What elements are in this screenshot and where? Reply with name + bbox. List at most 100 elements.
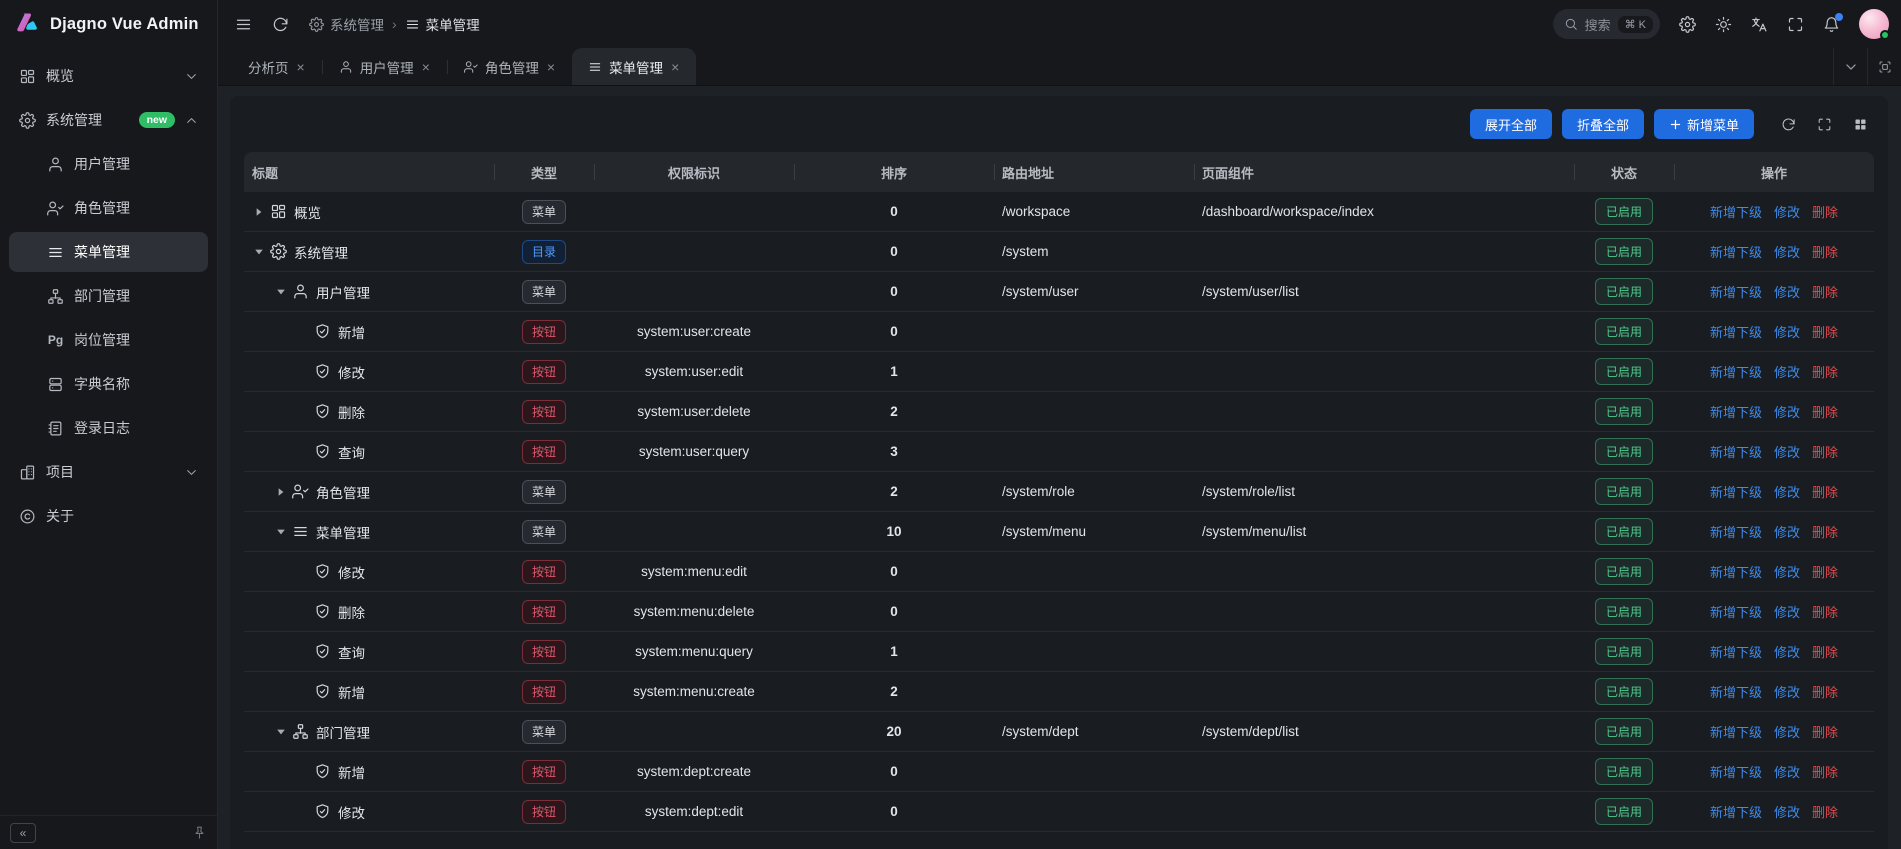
- expand-all-button[interactable]: 展开全部: [1470, 109, 1552, 139]
- sidebar-item-project[interactable]: 项目: [9, 452, 208, 492]
- action-delete-link[interactable]: 删除: [1812, 522, 1838, 541]
- table-fullscreen-button[interactable]: [1810, 110, 1838, 138]
- sidebar-item-dept[interactable]: 部门管理: [9, 276, 208, 316]
- action-delete-link[interactable]: 删除: [1812, 282, 1838, 301]
- action-add-child-link[interactable]: 新增下级: [1710, 602, 1762, 621]
- action-add-child-link[interactable]: 新增下级: [1710, 682, 1762, 701]
- translate-icon[interactable]: [1751, 16, 1768, 33]
- action-add-child-link[interactable]: 新增下级: [1710, 562, 1762, 581]
- action-delete-link[interactable]: 删除: [1812, 682, 1838, 701]
- action-add-child-link[interactable]: 新增下级: [1710, 282, 1762, 301]
- add-menu-button[interactable]: 新增菜单: [1654, 109, 1754, 139]
- tabs-dropdown-button[interactable]: [1833, 48, 1867, 85]
- tab-role[interactable]: 角色管理×: [448, 48, 572, 85]
- action-delete-link[interactable]: 删除: [1812, 202, 1838, 221]
- settings-gear-icon[interactable]: [1679, 16, 1696, 33]
- status-badge[interactable]: 已启用: [1595, 638, 1653, 665]
- close-icon[interactable]: ×: [546, 60, 556, 74]
- close-icon[interactable]: ×: [296, 60, 306, 74]
- action-edit-link[interactable]: 修改: [1774, 522, 1800, 541]
- action-edit-link[interactable]: 修改: [1774, 762, 1800, 781]
- caret-down-icon[interactable]: [252, 245, 266, 259]
- action-edit-link[interactable]: 修改: [1774, 242, 1800, 261]
- notifications-button[interactable]: [1823, 16, 1840, 33]
- hamburger-icon[interactable]: [235, 16, 252, 33]
- status-badge[interactable]: 已启用: [1595, 678, 1653, 705]
- status-badge[interactable]: 已启用: [1595, 358, 1653, 385]
- caret-down-icon[interactable]: [274, 725, 288, 739]
- action-delete-link[interactable]: 删除: [1812, 642, 1838, 661]
- action-delete-link[interactable]: 删除: [1812, 242, 1838, 261]
- action-delete-link[interactable]: 删除: [1812, 362, 1838, 381]
- action-delete-link[interactable]: 删除: [1812, 442, 1838, 461]
- table-refresh-button[interactable]: [1774, 110, 1802, 138]
- sidebar-item-user[interactable]: 用户管理: [9, 144, 208, 184]
- content-maximize-button[interactable]: [1867, 48, 1901, 85]
- sidebar-item-menu[interactable]: 菜单管理: [9, 232, 208, 272]
- action-delete-link[interactable]: 删除: [1812, 562, 1838, 581]
- action-add-child-link[interactable]: 新增下级: [1710, 362, 1762, 381]
- action-edit-link[interactable]: 修改: [1774, 682, 1800, 701]
- tab-analysis[interactable]: 分析页×: [232, 48, 322, 85]
- status-badge[interactable]: 已启用: [1595, 558, 1653, 585]
- action-edit-link[interactable]: 修改: [1774, 802, 1800, 821]
- action-delete-link[interactable]: 删除: [1812, 482, 1838, 501]
- action-delete-link[interactable]: 删除: [1812, 802, 1838, 821]
- pin-icon[interactable]: [192, 825, 207, 840]
- caret-down-icon[interactable]: [274, 525, 288, 539]
- status-badge[interactable]: 已启用: [1595, 758, 1653, 785]
- action-edit-link[interactable]: 修改: [1774, 482, 1800, 501]
- refresh-icon[interactable]: [272, 16, 289, 33]
- caret-right-icon[interactable]: [274, 485, 288, 499]
- action-add-child-link[interactable]: 新增下级: [1710, 722, 1762, 741]
- action-edit-link[interactable]: 修改: [1774, 442, 1800, 461]
- status-badge[interactable]: 已启用: [1595, 518, 1653, 545]
- theme-sun-icon[interactable]: [1715, 16, 1732, 33]
- status-badge[interactable]: 已启用: [1595, 278, 1653, 305]
- table-columns-button[interactable]: [1846, 110, 1874, 138]
- caret-right-icon[interactable]: [252, 205, 266, 219]
- sidebar-item-role[interactable]: 角色管理: [9, 188, 208, 228]
- action-delete-link[interactable]: 删除: [1812, 722, 1838, 741]
- action-add-child-link[interactable]: 新增下级: [1710, 762, 1762, 781]
- status-badge[interactable]: 已启用: [1595, 598, 1653, 625]
- action-edit-link[interactable]: 修改: [1774, 722, 1800, 741]
- action-edit-link[interactable]: 修改: [1774, 602, 1800, 621]
- status-badge[interactable]: 已启用: [1595, 478, 1653, 505]
- search-input[interactable]: 搜索 ⌘ K: [1553, 9, 1660, 39]
- action-edit-link[interactable]: 修改: [1774, 642, 1800, 661]
- action-edit-link[interactable]: 修改: [1774, 402, 1800, 421]
- sidebar-collapse-button[interactable]: «: [10, 823, 36, 843]
- action-delete-link[interactable]: 删除: [1812, 762, 1838, 781]
- status-badge[interactable]: 已启用: [1595, 398, 1653, 425]
- action-add-child-link[interactable]: 新增下级: [1710, 522, 1762, 541]
- action-edit-link[interactable]: 修改: [1774, 362, 1800, 381]
- action-add-child-link[interactable]: 新增下级: [1710, 202, 1762, 221]
- action-add-child-link[interactable]: 新增下级: [1710, 242, 1762, 261]
- status-badge[interactable]: 已启用: [1595, 718, 1653, 745]
- caret-down-icon[interactable]: [274, 285, 288, 299]
- status-badge[interactable]: 已启用: [1595, 198, 1653, 225]
- sidebar-item-post[interactable]: Pg岗位管理: [9, 320, 208, 360]
- action-delete-link[interactable]: 删除: [1812, 322, 1838, 341]
- collapse-all-button[interactable]: 折叠全部: [1562, 109, 1644, 139]
- tab-menu[interactable]: 菜单管理×: [572, 48, 696, 85]
- fullscreen-icon[interactable]: [1787, 16, 1804, 33]
- action-add-child-link[interactable]: 新增下级: [1710, 442, 1762, 461]
- breadcrumb-item-menu[interactable]: 菜单管理: [405, 14, 480, 34]
- sidebar-item-overview[interactable]: 概览: [9, 56, 208, 96]
- status-badge[interactable]: 已启用: [1595, 798, 1653, 825]
- breadcrumb-item-system[interactable]: 系统管理: [309, 14, 384, 34]
- close-icon[interactable]: ×: [670, 60, 680, 74]
- action-edit-link[interactable]: 修改: [1774, 282, 1800, 301]
- action-edit-link[interactable]: 修改: [1774, 562, 1800, 581]
- tab-user[interactable]: 用户管理×: [323, 48, 447, 85]
- sidebar-item-dict[interactable]: 字典名称: [9, 364, 208, 404]
- action-add-child-link[interactable]: 新增下级: [1710, 802, 1762, 821]
- action-edit-link[interactable]: 修改: [1774, 322, 1800, 341]
- status-badge[interactable]: 已启用: [1595, 238, 1653, 265]
- action-add-child-link[interactable]: 新增下级: [1710, 402, 1762, 421]
- action-delete-link[interactable]: 删除: [1812, 602, 1838, 621]
- action-delete-link[interactable]: 删除: [1812, 402, 1838, 421]
- sidebar-item-system[interactable]: 系统管理new: [9, 100, 208, 140]
